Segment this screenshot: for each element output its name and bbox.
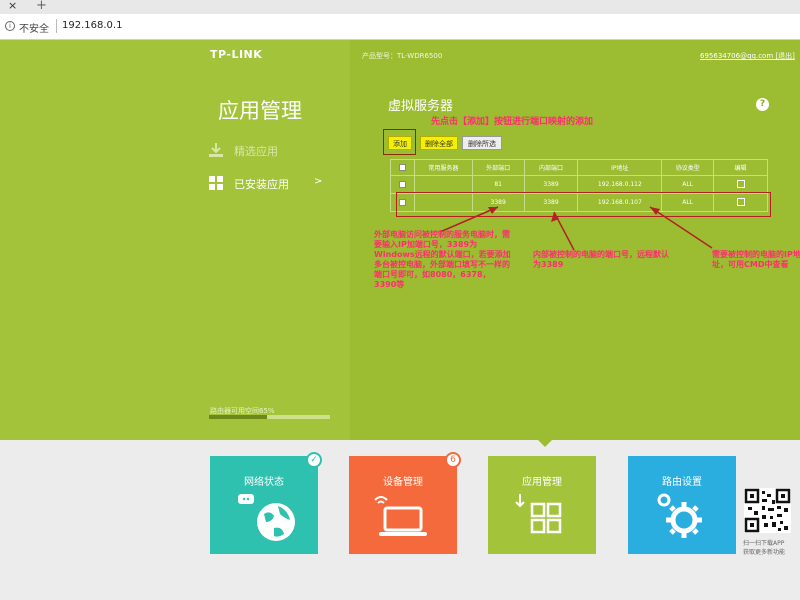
globe-icon bbox=[238, 494, 295, 541]
qr-caption: 获取更多新功能 bbox=[743, 549, 786, 556]
check-badge-icon: ✓ bbox=[306, 452, 322, 468]
tile-label: 路由设置 bbox=[662, 477, 702, 488]
arrow-external-port bbox=[439, 206, 499, 233]
count-badge: 6 bbox=[445, 452, 461, 468]
tile-label: 网络状态 bbox=[244, 477, 284, 488]
annotation-internal-port: 内部被控制的电脑的端口号，远程默认为3389 bbox=[533, 250, 669, 269]
gears-icon bbox=[657, 493, 702, 538]
laptop-wifi-icon bbox=[374, 496, 427, 536]
active-tile-pointer bbox=[537, 439, 553, 447]
arrow-ip-address bbox=[649, 206, 713, 249]
apps-grid-icon bbox=[515, 494, 562, 534]
tile-app-management[interactable]: 应用管理 bbox=[488, 456, 596, 554]
arrowhead bbox=[650, 207, 660, 215]
annotation-external-port: 外部电脑访问被控制的服务电脑时，需要输入IP加端口号，3389为Windows远… bbox=[374, 230, 511, 289]
qr-code-icon bbox=[744, 488, 791, 533]
tile-label: 设备管理 bbox=[383, 477, 423, 488]
tile-router-settings[interactable]: 路由设置 bbox=[628, 456, 736, 554]
tile-device-management[interactable]: 设备管理 6 bbox=[349, 452, 461, 554]
tile-network-status[interactable]: 网络状态 ✓ bbox=[210, 452, 322, 554]
tile-label: 应用管理 bbox=[522, 477, 562, 488]
annotation-ip-address: 需要被控制的电脑的IP地址，可用CMD中查看 bbox=[712, 250, 800, 269]
qr-caption: 扫一扫下载APP bbox=[743, 540, 785, 547]
